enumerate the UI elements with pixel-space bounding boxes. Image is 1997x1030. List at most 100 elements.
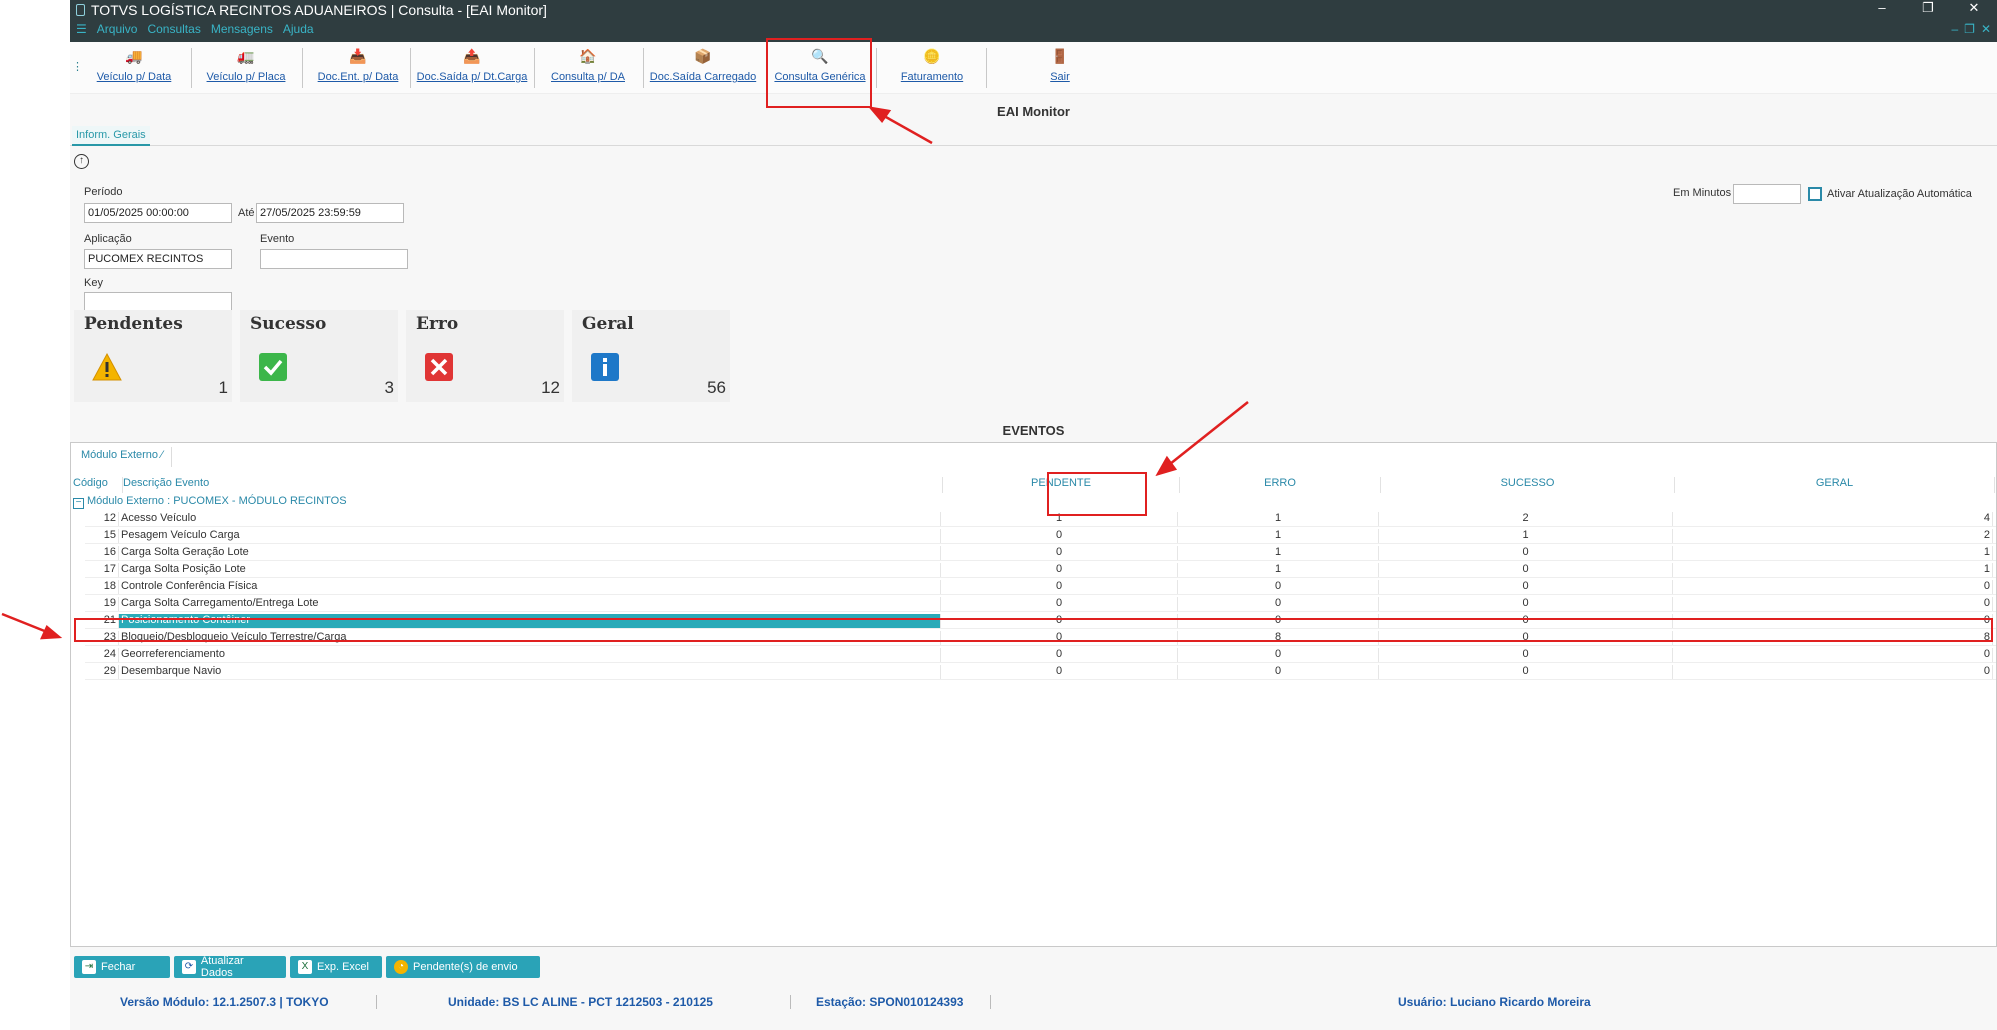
evento-field[interactable] — [260, 249, 408, 269]
toolbar-veiculo-placa-button[interactable]: 🚛 Veículo p/ Placa — [198, 46, 294, 92]
cell-erro: 8 — [1178, 631, 1379, 645]
toolbar-doc-saida-dtcarga-label: Doc.Saída p/ Dt.Carga — [416, 71, 528, 83]
col-header-pendente[interactable]: PENDENTE — [943, 477, 1180, 493]
mdi-minimize-icon[interactable]: – — [1951, 22, 1958, 36]
menu-mensagens[interactable]: Mensagens — [211, 22, 273, 36]
menu-arquivo[interactable]: Arquivo — [97, 22, 138, 36]
table-row[interactable]: 18 Controle Conferência Física 0 0 0 0 — [85, 579, 1996, 595]
col-header-sucesso[interactable]: SUCESSO — [1381, 477, 1675, 493]
minimize-icon[interactable]: – — [1859, 0, 1905, 18]
table-row[interactable]: 19 Carga Solta Carregamento/Entrega Lote… — [85, 596, 1996, 612]
menu-consultas[interactable]: Consultas — [147, 22, 200, 36]
fechar-label: Fechar — [101, 961, 136, 973]
status-separator — [376, 995, 377, 1009]
cell-geral: 0 — [1673, 580, 1993, 594]
toolbar-veiculo-data-button[interactable]: 🚚 Veículo p/ Data — [86, 46, 182, 92]
toolbar-doc-saida-carregado-button[interactable]: 📦 Doc.Saída Carregado — [648, 46, 758, 92]
document-in-icon: 📥 — [349, 48, 367, 64]
card-pendentes[interactable]: Pendentes 1 — [74, 310, 232, 402]
cell-pendente: 0 — [941, 665, 1178, 679]
check-icon — [259, 353, 287, 381]
col-header-geral[interactable]: GERAL — [1675, 477, 1995, 493]
col-header-erro[interactable]: ERRO — [1180, 477, 1381, 493]
cell-sucesso: 0 — [1379, 563, 1673, 577]
table-row[interactable]: 24 Georreferenciamento 0 0 0 0 — [85, 647, 1996, 663]
toolbar-sair-button[interactable]: 🚪 Sair — [1030, 46, 1090, 92]
cell-descricao: Georreferenciamento — [119, 648, 941, 662]
table-row[interactable]: 23 Bloqueio/Desbloqueio Veículo Terrestr… — [85, 630, 1996, 646]
cell-sucesso: 0 — [1379, 614, 1673, 628]
atualizar-dados-button[interactable]: ⟳ Atualizar Dados — [174, 955, 286, 979]
group-chip-modulo-externo[interactable]: Módulo Externo ⁄ — [73, 447, 172, 467]
card-geral[interactable]: Geral 56 — [572, 310, 730, 402]
collapse-up-icon[interactable]: ↑ — [74, 154, 89, 169]
cell-codigo: 16 — [85, 546, 119, 560]
status-usuario: Usuário: Luciano Ricardo Moreira — [1398, 995, 1591, 1009]
exp-excel-button[interactable]: X Exp. Excel — [290, 956, 382, 978]
key-field[interactable] — [84, 292, 232, 312]
periodo-from-field[interactable] — [84, 203, 232, 223]
toolbar-doc-ent-data-button[interactable]: 📥 Doc.Ent. p/ Data — [310, 46, 406, 92]
group-chip-label: Módulo Externo — [81, 449, 159, 461]
toolbar-doc-ent-data-label: Doc.Ent. p/ Data — [317, 71, 399, 83]
card-pendentes-title: Pendentes — [84, 314, 183, 334]
cell-codigo: 29 — [85, 665, 119, 679]
magnifier-icon: 🔍 — [811, 48, 829, 64]
status-estacao: Estação: SPON010124393 — [816, 995, 964, 1009]
menu-icon[interactable]: ☰ — [76, 22, 87, 36]
app-window: TOTVS LOGÍSTICA RECINTOS ADUANEIROS | Co… — [70, 0, 1997, 1030]
table-row[interactable]: 16 Carga Solta Geração Lote 0 1 0 1 — [85, 545, 1996, 561]
table-row[interactable]: 29 Desembarque Navio 0 0 0 0 — [85, 664, 1996, 680]
cell-sucesso: 0 — [1379, 546, 1673, 560]
cell-descricao: Pesagem Veículo Carga — [119, 529, 941, 543]
restore-icon[interactable]: ❐ — [1905, 0, 1951, 18]
table-row[interactable]: 12 Acesso Veículo 1 1 2 4 — [85, 511, 1996, 527]
tab-strip: Inform. Gerais — [70, 124, 1997, 146]
toolbar-consulta-generica-button[interactable]: 🔍 Consulta Genérica — [770, 46, 870, 92]
table-row[interactable]: 15 Pesagem Veículo Carga 0 1 1 2 — [85, 528, 1996, 544]
aplicacao-field[interactable] — [84, 249, 232, 269]
pendentes-envio-button[interactable]: ◔ Pendente(s) de envio — [386, 956, 540, 978]
cell-codigo: 19 — [85, 597, 119, 611]
card-erro[interactable]: Erro 12 — [406, 310, 564, 402]
toolbar-grip-icon[interactable]: ⋮ — [72, 60, 83, 73]
coin-icon: 🪙 — [923, 48, 941, 64]
close-icon[interactable]: ✕ — [1951, 0, 1997, 18]
cell-codigo: 24 — [85, 648, 119, 662]
col-header-codigo[interactable]: Código — [73, 477, 123, 493]
exit-door-icon: 🚪 — [1051, 48, 1069, 64]
cell-pendente: 0 — [941, 546, 1178, 560]
toolbar-consulta-da-button[interactable]: 🏠 Consulta p/ DA — [540, 46, 636, 92]
ate-label: Até — [238, 207, 255, 219]
cell-descricao: Carga Solta Geração Lote — [119, 546, 941, 560]
clock-icon: ◔ — [394, 960, 408, 974]
table-row[interactable]: 17 Carga Solta Posição Lote 0 1 0 1 — [85, 562, 1996, 578]
toolbar-doc-saida-dtcarga-button[interactable]: 📤 Doc.Saída p/ Dt.Carga — [414, 46, 530, 92]
card-sucesso[interactable]: Sucesso 3 — [240, 310, 398, 402]
table-row-selected[interactable]: 21 Posicionamento Contêiner 0 0 0 0 — [85, 613, 1996, 629]
em-minutos-field[interactable] — [1733, 184, 1801, 204]
col-header-descricao[interactable]: Descrição Evento — [123, 477, 943, 493]
key-label: Key — [84, 277, 103, 289]
cell-erro: 0 — [1178, 580, 1379, 594]
menu-ajuda[interactable]: Ajuda — [283, 22, 314, 36]
periodo-to-field[interactable] — [256, 203, 404, 223]
toolbar-faturamento-button[interactable]: 🪙 Faturamento — [882, 46, 982, 92]
group-row[interactable]: − Módulo Externo : PUCOMEX - MÓDULO RECIN… — [73, 495, 347, 509]
auto-refresh-checkbox[interactable] — [1808, 187, 1822, 201]
cell-pendente: 1 — [941, 512, 1178, 526]
status-bar: Versão Módulo: 12.1.2507.3 | TOKYO Unida… — [70, 993, 1997, 1011]
title-bar: TOTVS LOGÍSTICA RECINTOS ADUANEIROS | Co… — [70, 0, 1997, 42]
status-separator — [790, 995, 791, 1009]
cell-pendente: 0 — [941, 529, 1178, 543]
cell-descricao: Posicionamento Contêiner — [119, 614, 941, 628]
fechar-button[interactable]: ⇥ Fechar — [74, 956, 170, 978]
collapse-minus-icon[interactable]: − — [73, 498, 84, 509]
tab-inform-gerais[interactable]: Inform. Gerais — [72, 126, 150, 146]
mdi-close-icon[interactable]: ✕ — [1981, 22, 1991, 36]
mdi-restore-icon[interactable]: ❐ — [1964, 22, 1975, 36]
toolbar-separator — [534, 48, 535, 88]
cell-sucesso: 0 — [1379, 648, 1673, 662]
toolbar-separator — [410, 48, 411, 88]
cell-erro: 0 — [1178, 614, 1379, 628]
